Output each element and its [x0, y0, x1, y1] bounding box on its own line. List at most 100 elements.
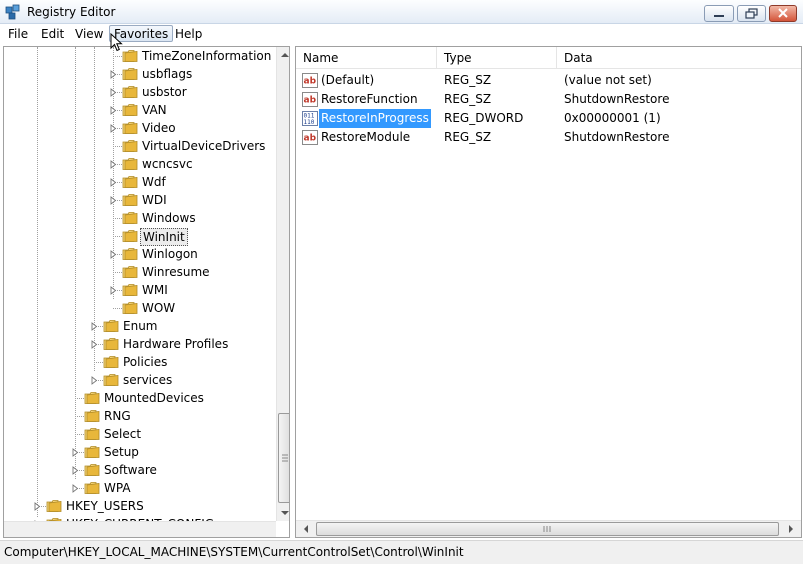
tree-node-label[interactable]: Windows	[140, 209, 198, 227]
value-name[interactable]: RestoreInProgress	[319, 109, 431, 128]
tree-node[interactable]: VirtualDeviceDrivers	[4, 137, 274, 155]
tree-node-label[interactable]: Enum	[121, 317, 159, 335]
tree-node-label[interactable]: WinInit	[140, 228, 188, 246]
value-name[interactable]: RestoreModule	[319, 128, 412, 147]
tree-node[interactable]: wcncsvc	[4, 155, 274, 173]
tree-node[interactable]: services	[4, 371, 274, 389]
tree-node[interactable]: Windows	[4, 209, 274, 227]
column-header-type[interactable]: Type	[437, 47, 557, 69]
tree-node-label[interactable]: services	[121, 371, 174, 389]
list-horizontal-scrollbar[interactable]	[296, 520, 801, 537]
tree-node[interactable]: TimeZoneInformation	[4, 47, 274, 65]
expand-arrow-icon[interactable]	[91, 376, 98, 385]
expand-arrow-icon[interactable]	[110, 286, 117, 295]
tree-scroll-thumb[interactable]	[278, 413, 289, 503]
tree-node[interactable]: Winresume	[4, 263, 274, 281]
menu-view[interactable]: View	[71, 26, 107, 43]
tree-node[interactable]: Enum	[4, 317, 274, 335]
tree-node[interactable]: WinInit	[4, 227, 274, 246]
tree-node[interactable]: Wdf	[4, 173, 274, 191]
tree-node[interactable]: WPA	[4, 479, 274, 497]
tree-node[interactable]: WDI	[4, 191, 274, 209]
tree-node[interactable]: HKEY_USERS	[4, 497, 274, 515]
expand-arrow-icon[interactable]	[110, 88, 117, 97]
tree-node-label[interactable]: Policies	[121, 353, 169, 371]
column-header-name[interactable]: Name	[296, 47, 437, 69]
tree-node-label[interactable]: WPA	[102, 479, 133, 497]
column-header-data[interactable]: Data	[557, 47, 801, 69]
tree-node-label[interactable]: usbstor	[140, 83, 189, 101]
expand-arrow-icon[interactable]	[72, 466, 79, 475]
tree-node-label[interactable]: MountedDevices	[102, 389, 206, 407]
value-row[interactable]: 011 110 RestoreInProgress REG_DWORD 0x000000…	[296, 109, 801, 128]
expand-arrow-icon[interactable]	[110, 196, 117, 205]
tree-node-label[interactable]: Hardware Profiles	[121, 335, 230, 353]
value-name[interactable]: RestoreFunction	[319, 90, 420, 109]
scroll-up-arrow-icon[interactable]	[277, 47, 290, 63]
tree-node[interactable]: usbstor	[4, 83, 274, 101]
values-list-pane[interactable]: Name Type Data ab (Default) REG_SZ (value n…	[295, 46, 802, 538]
tree-node[interactable]: MountedDevices	[4, 389, 274, 407]
expand-arrow-icon[interactable]	[110, 178, 117, 187]
tree-node[interactable]: Software	[4, 461, 274, 479]
tree-node-label[interactable]: wcncsvc	[140, 155, 195, 173]
tree-node-label[interactable]: WMI	[140, 281, 170, 299]
tree-node-label[interactable]: WDI	[140, 191, 169, 209]
tree-node-label[interactable]: Winresume	[140, 263, 212, 281]
tree-node[interactable]: VAN	[4, 101, 274, 119]
minimize-button[interactable]	[704, 5, 734, 22]
value-row[interactable]: ab RestoreModule REG_SZ ShutdownRestore	[296, 128, 801, 147]
folder-icon	[122, 50, 138, 62]
tree-horizontal-scrollbar[interactable]	[4, 521, 276, 537]
expand-arrow-icon[interactable]	[110, 106, 117, 115]
tree-node[interactable]: Winlogon	[4, 245, 274, 263]
tree-node-label[interactable]: VAN	[140, 101, 169, 119]
tree-node-label[interactable]: Setup	[102, 443, 141, 461]
scroll-down-arrow-icon[interactable]	[277, 505, 290, 521]
tree-node[interactable]: usbflags	[4, 65, 274, 83]
svg-text:ab: ab	[304, 134, 317, 144]
close-button[interactable]	[769, 5, 797, 22]
tree-node-label[interactable]: WOW	[140, 299, 177, 317]
expand-arrow-icon[interactable]	[72, 448, 79, 457]
tree-node[interactable]: Select	[4, 425, 274, 443]
tree-vertical-scrollbar[interactable]	[276, 47, 290, 521]
expand-arrow-icon[interactable]	[110, 70, 117, 79]
tree-node[interactable]: Video	[4, 119, 274, 137]
folder-icon	[84, 392, 100, 404]
expand-arrow-icon[interactable]	[110, 250, 117, 259]
tree-node-label[interactable]: VirtualDeviceDrivers	[140, 137, 267, 155]
restore-button[interactable]	[737, 5, 766, 22]
menu-file[interactable]: File	[4, 26, 32, 43]
tree-node[interactable]: RNG	[4, 407, 274, 425]
tree-node-label[interactable]: Video	[140, 119, 178, 137]
tree-node-label[interactable]: usbflags	[140, 65, 194, 83]
tree-node[interactable]: Policies	[4, 353, 274, 371]
expand-arrow-icon[interactable]	[110, 160, 117, 169]
tree-node-label[interactable]: Winlogon	[140, 245, 200, 263]
tree-node-label[interactable]: Software	[102, 461, 159, 479]
tree-node[interactable]: Setup	[4, 443, 274, 461]
value-row[interactable]: ab (Default) REG_SZ (value not set)	[296, 71, 801, 90]
expand-arrow-icon[interactable]	[91, 322, 98, 331]
tree-node-label[interactable]: Wdf	[140, 173, 168, 191]
expand-arrow-icon[interactable]	[110, 124, 117, 133]
menu-edit[interactable]: Edit	[37, 26, 68, 43]
menu-help[interactable]: Help	[171, 26, 206, 43]
expand-arrow-icon[interactable]	[34, 502, 41, 511]
tree-node[interactable]: Hardware Profiles	[4, 335, 274, 353]
tree-node-label[interactable]: TimeZoneInformation	[140, 47, 273, 65]
tree-node[interactable]: WOW	[4, 299, 274, 317]
key-tree-pane[interactable]: TimeZoneInformation usbflags usbstor VAN Vid…	[3, 46, 290, 538]
value-name[interactable]: (Default)	[319, 71, 376, 90]
scroll-right-arrow-icon[interactable]	[783, 521, 799, 537]
expand-arrow-icon[interactable]	[91, 340, 98, 349]
value-row[interactable]: ab RestoreFunction REG_SZ ShutdownRestore	[296, 90, 801, 109]
scroll-left-arrow-icon[interactable]	[298, 521, 314, 537]
expand-arrow-icon[interactable]	[72, 484, 79, 493]
tree-node-label[interactable]: Select	[102, 425, 143, 443]
tree-node-label[interactable]: RNG	[102, 407, 133, 425]
tree-node-label[interactable]: HKEY_USERS	[64, 497, 146, 515]
tree-node[interactable]: WMI	[4, 281, 274, 299]
list-scroll-thumb[interactable]	[316, 522, 779, 536]
